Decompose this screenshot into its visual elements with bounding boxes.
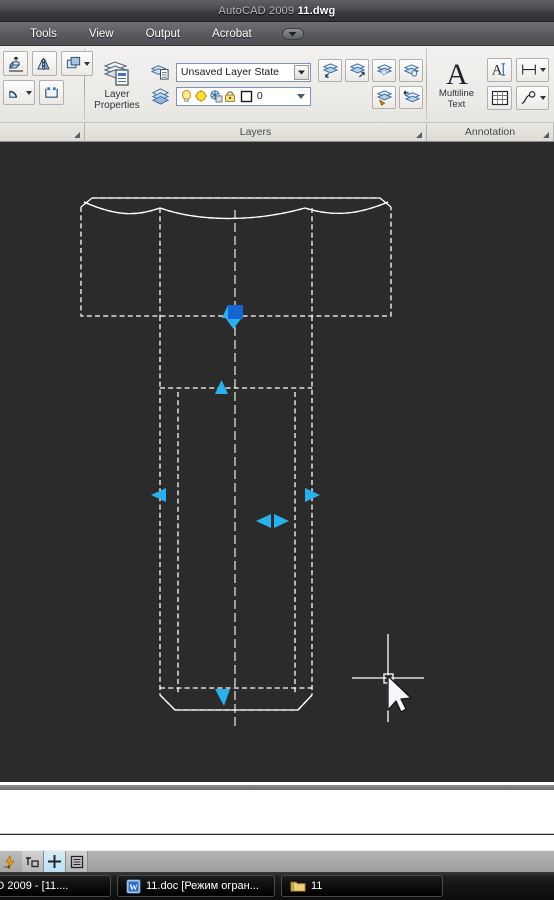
chevron-down-icon[interactable] (25, 90, 32, 95)
layer-walk-icon[interactable] (399, 86, 423, 109)
layer-make-current-icon[interactable] (318, 59, 342, 82)
layer-properties-label: Layer Properties (94, 89, 140, 111)
table-icon[interactable] (487, 86, 512, 110)
quick-properties-icon[interactable] (0, 851, 22, 872)
taskbar-item-word[interactable]: W 11.doc [Режим огран... (117, 875, 275, 897)
menu-item-tools[interactable]: Tools (14, 25, 73, 43)
layer-state-manager-icon[interactable] (150, 62, 172, 82)
chevron-down-icon[interactable] (297, 93, 305, 99)
triangle-left-grip[interactable] (151, 488, 166, 502)
multiline-text-icon: A (446, 58, 468, 88)
extrude-icon[interactable] (3, 51, 28, 76)
dimension-linear-icon[interactable] (516, 58, 549, 82)
bolt-drawing: .sel { stroke:#ffffff; stroke-width:1.3;… (80, 197, 424, 728)
window-title: AutoCAD 2009 11.dwg (219, 5, 336, 17)
panel-label-layers: Layers (85, 123, 427, 141)
triangle-down-grip[interactable] (215, 689, 230, 706)
panel-label-annotation: Annotation (427, 123, 554, 141)
layer-off-icon[interactable] (399, 59, 423, 82)
slice-icon[interactable] (39, 80, 64, 105)
panel-expand-arrow-icon[interactable] (543, 132, 549, 138)
ribbon-body: Layer Properties Unsaved Layer State 0 A… (0, 46, 554, 122)
bolt-shank (159, 316, 313, 711)
leader-icon[interactable] (516, 86, 549, 110)
folder-icon (290, 881, 306, 892)
layer-match-icon[interactable] (345, 59, 369, 82)
ribbon: Layer Properties Unsaved Layer State 0 A… (0, 46, 554, 142)
ribbon-panel-annotation: A Multiline Text A (427, 46, 554, 122)
taskbar-item-label: oCAD 2009 - [11.... (0, 880, 69, 892)
title-app-name: AutoCAD 2009 (218, 4, 295, 17)
menu-item-view[interactable]: View (73, 25, 130, 43)
layer-previous-icon[interactable] (150, 87, 172, 107)
chevron-down-icon[interactable] (539, 68, 546, 72)
status-bar-filler (88, 851, 554, 872)
multiline-text-label: Multiline Text (438, 88, 475, 110)
layer-properties-icon (103, 61, 129, 86)
color-swatch-icon[interactable] (240, 90, 253, 103)
sun-icon[interactable] (194, 89, 208, 103)
command-line-area (0, 782, 554, 850)
drawing-canvas[interactable]: .sel { stroke:#ffffff; stroke-width:1.3;… (0, 142, 554, 782)
triangle-up-grip[interactable] (215, 380, 228, 394)
chevron-down-icon[interactable] (294, 64, 309, 80)
square-hot-grip[interactable] (228, 305, 243, 319)
ribbon-panel-labels: Layers Annotation (0, 122, 554, 141)
layer-state-value: Unsaved Layer State (180, 66, 279, 78)
panel-expand-arrow-icon[interactable] (416, 132, 422, 138)
title-bar: AutoCAD 2009 11.dwg (0, 0, 554, 22)
layer-properties-button[interactable]: Layer Properties (88, 57, 146, 111)
taskbar: oCAD 2009 - [11.... W 11.doc [Режим огра… (0, 872, 554, 900)
panel-label-modify (0, 123, 85, 141)
triangle-left-grip[interactable] (256, 514, 271, 528)
command-input[interactable] (0, 835, 554, 850)
dynamic-input-icon[interactable] (44, 851, 66, 872)
bolt-head (80, 197, 392, 317)
menu-item-output[interactable]: Output (130, 25, 197, 43)
current-layer-value: 0 (256, 90, 263, 102)
lightbulb-icon[interactable] (180, 89, 193, 103)
lock-icon[interactable] (224, 89, 239, 103)
mirror-icon[interactable] (32, 51, 57, 76)
ribbon-panel-layers: Layer Properties Unsaved Layer State 0 (85, 46, 426, 122)
word-doc-icon: W (126, 878, 141, 894)
svg-text:W: W (129, 881, 138, 891)
taskbar-item-autocad[interactable]: oCAD 2009 - [11.... (0, 875, 111, 897)
autocad-window: AutoCAD 2009 11.dwg Tools View Output Ac… (0, 0, 554, 900)
panel-expand-arrow-icon[interactable] (74, 132, 80, 138)
freeze-icon[interactable] (209, 89, 223, 103)
menu-bar: Tools View Output Acrobat (0, 22, 554, 46)
taskbar-item-folder[interactable]: 11 (281, 875, 443, 897)
chevron-down-icon[interactable] (281, 27, 304, 40)
svg-text:A: A (492, 63, 503, 79)
svg-text:A: A (446, 58, 468, 88)
layer-state-combo[interactable]: Unsaved Layer State (175, 62, 311, 82)
fillet-edge-icon[interactable] (3, 80, 35, 105)
osnap-icon[interactable] (22, 851, 44, 872)
layer-isolate-icon[interactable] (372, 59, 396, 82)
chevron-down-icon[interactable] (539, 96, 546, 100)
mouse-pointer-icon (387, 675, 412, 713)
menu-item-acrobat[interactable]: Acrobat (196, 25, 268, 43)
command-history (0, 790, 554, 834)
multiline-text-button[interactable]: A Multiline Text (432, 58, 481, 110)
text-style-icon[interactable]: A (487, 58, 512, 82)
ribbon-panel-modify (0, 46, 93, 122)
layer-merge-icon[interactable] (372, 86, 396, 109)
taskbar-item-label: 11 (311, 880, 323, 892)
title-file-name: 11.dwg (297, 4, 336, 17)
taskbar-item-label: 11.doc [Режим огран... (146, 880, 259, 892)
status-bar (0, 850, 554, 872)
lineweight-icon[interactable] (66, 851, 88, 872)
triangle-right-grip[interactable] (274, 514, 289, 528)
current-layer-combo[interactable]: 0 (175, 86, 311, 106)
